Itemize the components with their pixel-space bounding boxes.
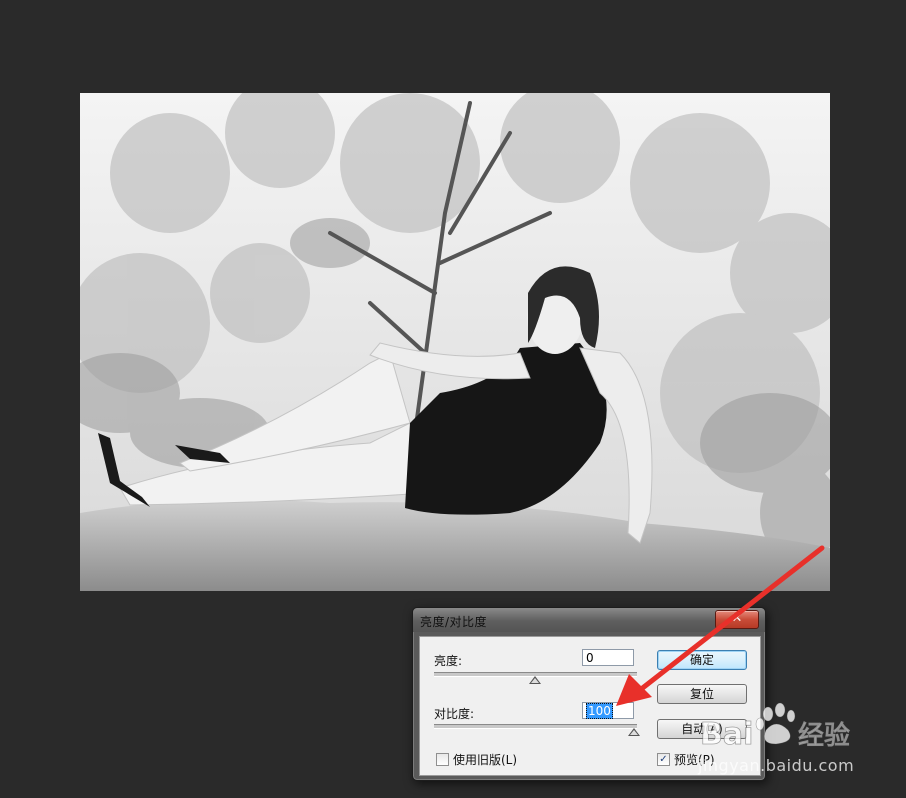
contrast-label: 对比度: [434,707,475,721]
close-button[interactable]: ✕ [715,610,759,629]
brightness-label: 亮度: [434,654,463,668]
watermark-url: jingyan.baidu.com [698,756,855,775]
checkmark-icon: ✓ [659,754,668,765]
canvas-image [80,93,830,591]
contrast-input[interactable]: 100 [582,702,634,719]
preview-checkbox[interactable]: ✓ [657,753,670,766]
close-icon: ✕ [731,611,743,626]
dialog-titlebar[interactable]: 亮度/对比度 ✕ [413,608,765,632]
brightness-value: 0 [586,651,594,665]
brightness-input[interactable]: 0 [582,649,634,666]
contrast-slider-track[interactable] [434,724,637,729]
ok-button[interactable]: 确定 [657,650,747,670]
brightness-slider-thumb[interactable] [529,676,541,684]
legacy-checkbox[interactable] [436,753,449,766]
contrast-slider-thumb[interactable] [628,728,640,736]
contrast-value: 100 [586,703,613,719]
dialog-title: 亮度/对比度 [420,615,488,629]
svg-text:经验: 经验 [798,720,850,751]
legacy-label: 使用旧版(L) [453,753,518,767]
svg-text:Bai: Bai [700,717,753,752]
photo-illustration [80,93,830,591]
